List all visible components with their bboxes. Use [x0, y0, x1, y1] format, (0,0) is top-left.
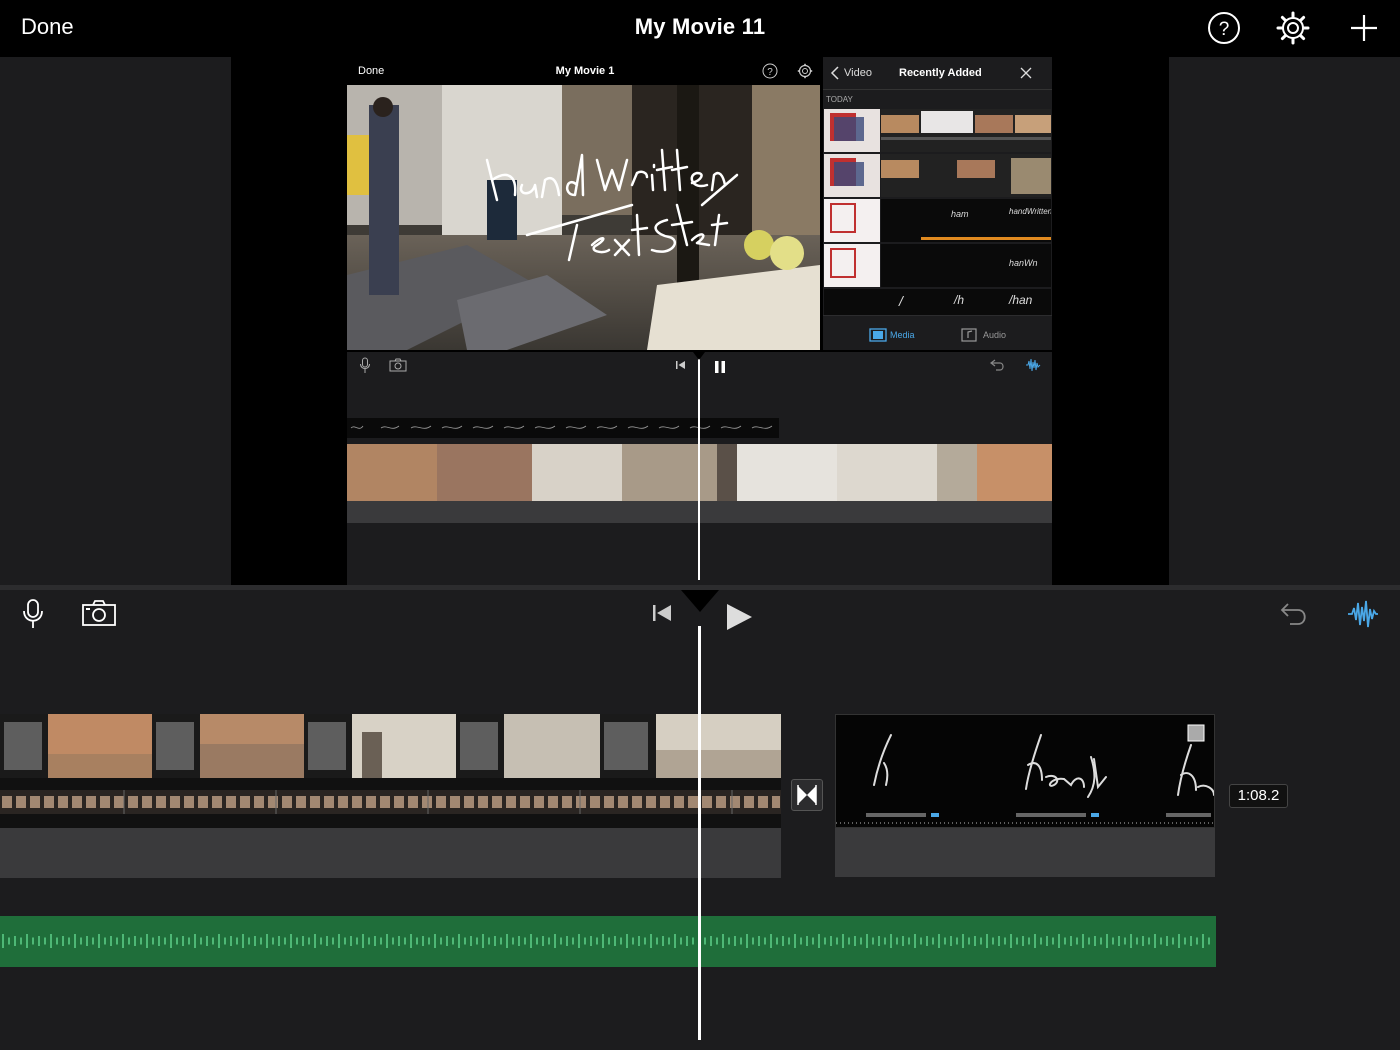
- inner-undo-icon[interactable]: [990, 358, 1006, 372]
- inner-project-title: My Movie 1: [555, 65, 615, 77]
- media-thumbnail[interactable]: [824, 154, 880, 197]
- media-thumbnail-strip[interactable]: ham handWritten: [881, 199, 1051, 242]
- svg-text:?: ?: [767, 67, 773, 78]
- inner-camera-icon[interactable]: [389, 358, 407, 372]
- inner-title-clip[interactable]: [347, 418, 779, 438]
- browser-back-button[interactable]: Video: [844, 67, 872, 79]
- media-thumbnail-strip[interactable]: [881, 154, 1051, 197]
- clip-2-audio-track[interactable]: [835, 828, 1215, 877]
- add-plus-icon[interactable]: [1346, 10, 1382, 46]
- close-icon[interactable]: [1020, 67, 1032, 79]
- viewer-side-panel-right: [1169, 57, 1400, 585]
- inner-playhead-marker: [693, 352, 705, 360]
- inner-playhead[interactable]: [698, 358, 700, 580]
- video-preview[interactable]: [347, 85, 820, 350]
- back-chevron-icon[interactable]: [829, 66, 841, 80]
- media-thumbnail-strip[interactable]: hanWn: [881, 244, 1051, 287]
- inner-microphone-icon[interactable]: [359, 357, 371, 374]
- inner-skip-back-icon[interactable]: [675, 360, 687, 370]
- play-icon[interactable]: [725, 603, 753, 631]
- video-clip-1[interactable]: [0, 714, 781, 828]
- browser-divider: [823, 89, 1052, 90]
- undo-icon[interactable]: [1279, 601, 1309, 627]
- help-icon[interactable]: ?: [1206, 10, 1242, 46]
- media-thumbnail-strip[interactable]: //h/han: [824, 289, 1051, 317]
- media-grid: ham handWritten hanWn //h/han: [823, 108, 1052, 340]
- audio-tab[interactable]: Audio: [983, 330, 1006, 340]
- viewer-side-panel-left: [0, 57, 231, 585]
- video-frame-image: [347, 85, 820, 350]
- handwriting-thumbnail: [836, 724, 1214, 824]
- transition-icon: [797, 785, 817, 805]
- inner-audio-waveform-icon[interactable]: [1025, 357, 1041, 373]
- microphone-icon[interactable]: [22, 598, 44, 630]
- svg-text:?: ?: [1219, 19, 1230, 40]
- playhead[interactable]: [698, 626, 701, 1040]
- section-label: TODAY: [826, 95, 853, 104]
- skip-to-start-icon[interactable]: [652, 603, 672, 623]
- media-thumbnail[interactable]: [824, 199, 880, 242]
- media-thumbnail[interactable]: [824, 244, 880, 287]
- clip-1-audio-track[interactable]: [0, 828, 781, 878]
- inner-settings-gear-icon[interactable]: [797, 63, 813, 79]
- audio-tab-icon[interactable]: [961, 328, 977, 342]
- filmstrip-thumbnails: [2, 790, 780, 814]
- media-tab[interactable]: Media: [890, 330, 915, 340]
- playhead-marker: [681, 590, 719, 612]
- inner-pause-icon[interactable]: [714, 361, 726, 373]
- project-title: My Movie 11: [634, 14, 766, 39]
- transition-button[interactable]: [791, 779, 823, 811]
- browser-title: Recently Added: [899, 67, 982, 79]
- video-clip-2[interactable]: [835, 714, 1215, 828]
- media-thumbnail[interactable]: [824, 109, 880, 152]
- settings-gear-icon[interactable]: [1275, 10, 1311, 46]
- background-music-track[interactable]: [0, 916, 1216, 967]
- audio-waveform-icon[interactable]: [1347, 599, 1379, 629]
- media-thumbnail-strip[interactable]: [881, 109, 1051, 152]
- media-tab-icon[interactable]: [869, 328, 887, 342]
- clip-duration-badge: 1:08.2: [1229, 784, 1288, 808]
- music-waveform: [2, 934, 1210, 948]
- camera-icon[interactable]: [81, 599, 117, 627]
- inner-help-icon[interactable]: ?: [762, 63, 778, 79]
- browser-tab-bar: [823, 315, 1052, 350]
- media-browser-panel: Video Recently Added TODAY ham handWritte…: [823, 57, 1052, 350]
